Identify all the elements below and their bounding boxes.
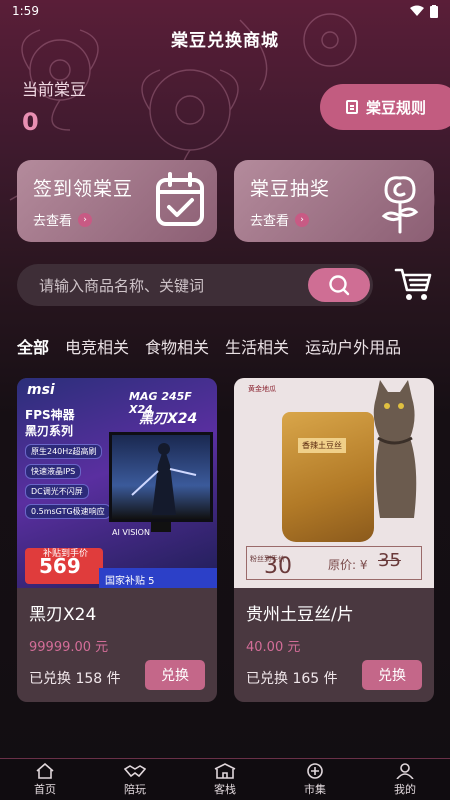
product-card[interactable]: msi MAG 245F X24 黑刃X24 FPS神器 黑刃系列 原生240H… bbox=[17, 378, 217, 702]
checkin-card-link[interactable]: 去查看 › bbox=[33, 210, 93, 229]
image-tag: 快速液晶IPS bbox=[25, 464, 82, 479]
lottery-card[interactable]: 棠豆抽奖 去查看 › bbox=[234, 160, 434, 242]
chevron-right-icon: › bbox=[78, 212, 93, 227]
inn-icon bbox=[214, 762, 236, 779]
chevron-right-icon: › bbox=[295, 212, 310, 227]
product-sold-count: 已兑换 158 件 bbox=[29, 671, 121, 687]
document-icon bbox=[346, 100, 358, 114]
wifi-icon bbox=[410, 5, 424, 16]
image-ai-text: AI VISION bbox=[112, 528, 150, 537]
category-tabs: 全部 电竞相关 食物相关 生活相关 运动户外用品 bbox=[17, 334, 450, 358]
nav-profile[interactable]: 我的 bbox=[370, 762, 440, 797]
product-price: 40.00 元 bbox=[246, 640, 301, 655]
calendar-check-icon bbox=[156, 172, 204, 226]
profile-icon bbox=[396, 762, 414, 779]
tab-food[interactable]: 食物相关 bbox=[145, 334, 209, 358]
balance-value: 0 bbox=[22, 108, 39, 136]
nav-profile-label: 我的 bbox=[394, 782, 416, 796]
image-tag: DC调光不闪屏 bbox=[25, 484, 89, 499]
msi-logo: msi bbox=[27, 382, 55, 398]
market-icon bbox=[307, 762, 323, 779]
nav-home[interactable]: 首页 bbox=[10, 762, 80, 797]
redeem-button[interactable]: 兑换 bbox=[362, 660, 422, 690]
checkin-card[interactable]: 签到领棠豆 去查看 › bbox=[17, 160, 217, 242]
bag-label-text: 香辣土豆丝 bbox=[298, 438, 346, 453]
cart-icon[interactable] bbox=[394, 266, 432, 302]
status-time: 1:59 bbox=[12, 4, 39, 18]
promo-price: 569 bbox=[39, 554, 81, 578]
cat-picture bbox=[373, 380, 417, 518]
tab-all[interactable]: 全部 bbox=[17, 334, 49, 358]
nav-inn-label: 客栈 bbox=[214, 782, 236, 796]
search-placeholder: 请输入商品名称、关键词 bbox=[39, 276, 205, 295]
image-tag: 0.5msGTG极速响应 bbox=[25, 504, 111, 519]
page-title: 棠豆兑换商城 bbox=[171, 31, 279, 51]
balance-label: 当前棠豆 bbox=[22, 80, 87, 99]
search-icon bbox=[329, 275, 350, 296]
rules-button[interactable]: 棠豆规则 bbox=[320, 84, 450, 130]
tab-outdoor[interactable]: 运动户外用品 bbox=[305, 334, 401, 358]
battery-icon bbox=[430, 4, 438, 18]
image-tag: 原生240Hz超高刷 bbox=[25, 444, 103, 459]
image-headline-2: 黑刃系列 bbox=[25, 424, 74, 438]
image-orig-price: 35 bbox=[378, 550, 401, 571]
nav-inn[interactable]: 客栈 bbox=[190, 762, 260, 797]
nav-market-label: 市集 bbox=[304, 782, 326, 796]
image-headline-1: FPS神器 bbox=[25, 408, 75, 422]
product-name: 贵州土豆丝/片 bbox=[246, 605, 354, 625]
product-sold-count: 已兑换 165 件 bbox=[246, 671, 338, 687]
nav-companion[interactable]: 陪玩 bbox=[100, 763, 170, 797]
home-icon bbox=[36, 762, 54, 779]
handshake-icon bbox=[124, 764, 146, 777]
lottery-link-label: 去查看 bbox=[250, 214, 290, 229]
product-price: 99999.00 元 bbox=[29, 640, 109, 655]
search-button[interactable] bbox=[308, 268, 370, 302]
rules-button-label: 棠豆规则 bbox=[366, 98, 427, 117]
lottery-card-link[interactable]: 去查看 › bbox=[250, 210, 310, 229]
image-model-cn-text: 黑刃X24 bbox=[139, 411, 198, 427]
nav-market[interactable]: 市集 bbox=[280, 762, 350, 797]
bottom-nav: 首页 陪玩 客栈 市集 我的 bbox=[0, 758, 450, 800]
nav-home-label: 首页 bbox=[34, 782, 56, 796]
status-bar: 1:59 bbox=[0, 0, 450, 22]
rose-icon bbox=[381, 176, 419, 234]
nav-companion-label: 陪玩 bbox=[124, 782, 146, 796]
monitor-picture bbox=[109, 432, 213, 522]
checkin-link-label: 去查看 bbox=[33, 214, 73, 229]
image-price: 30 bbox=[264, 554, 292, 579]
product-image[interactable]: msi MAG 245F X24 黑刃X24 FPS神器 黑刃系列 原生240H… bbox=[17, 378, 217, 588]
image-bottom-banner: 国家补贴 5 bbox=[99, 568, 217, 588]
product-name: 黑刃X24 bbox=[29, 605, 97, 625]
snack-bag-picture bbox=[282, 412, 374, 542]
redeem-button[interactable]: 兑换 bbox=[145, 660, 205, 690]
tab-life[interactable]: 生活相关 bbox=[225, 334, 289, 358]
tab-esports[interactable]: 电竞相关 bbox=[65, 334, 129, 358]
product-card[interactable]: 黄金地瓜 香辣土豆丝 粉丝到手价 30 原价: ¥ 35 贵州土豆丝/片 40.… bbox=[234, 378, 434, 702]
image-brand-text: 黄金地瓜 bbox=[248, 385, 276, 393]
image-orig-label: 原价: ¥ bbox=[328, 558, 368, 572]
product-image[interactable]: 黄金地瓜 香辣土豆丝 粉丝到手价 30 原价: ¥ 35 bbox=[234, 378, 434, 588]
